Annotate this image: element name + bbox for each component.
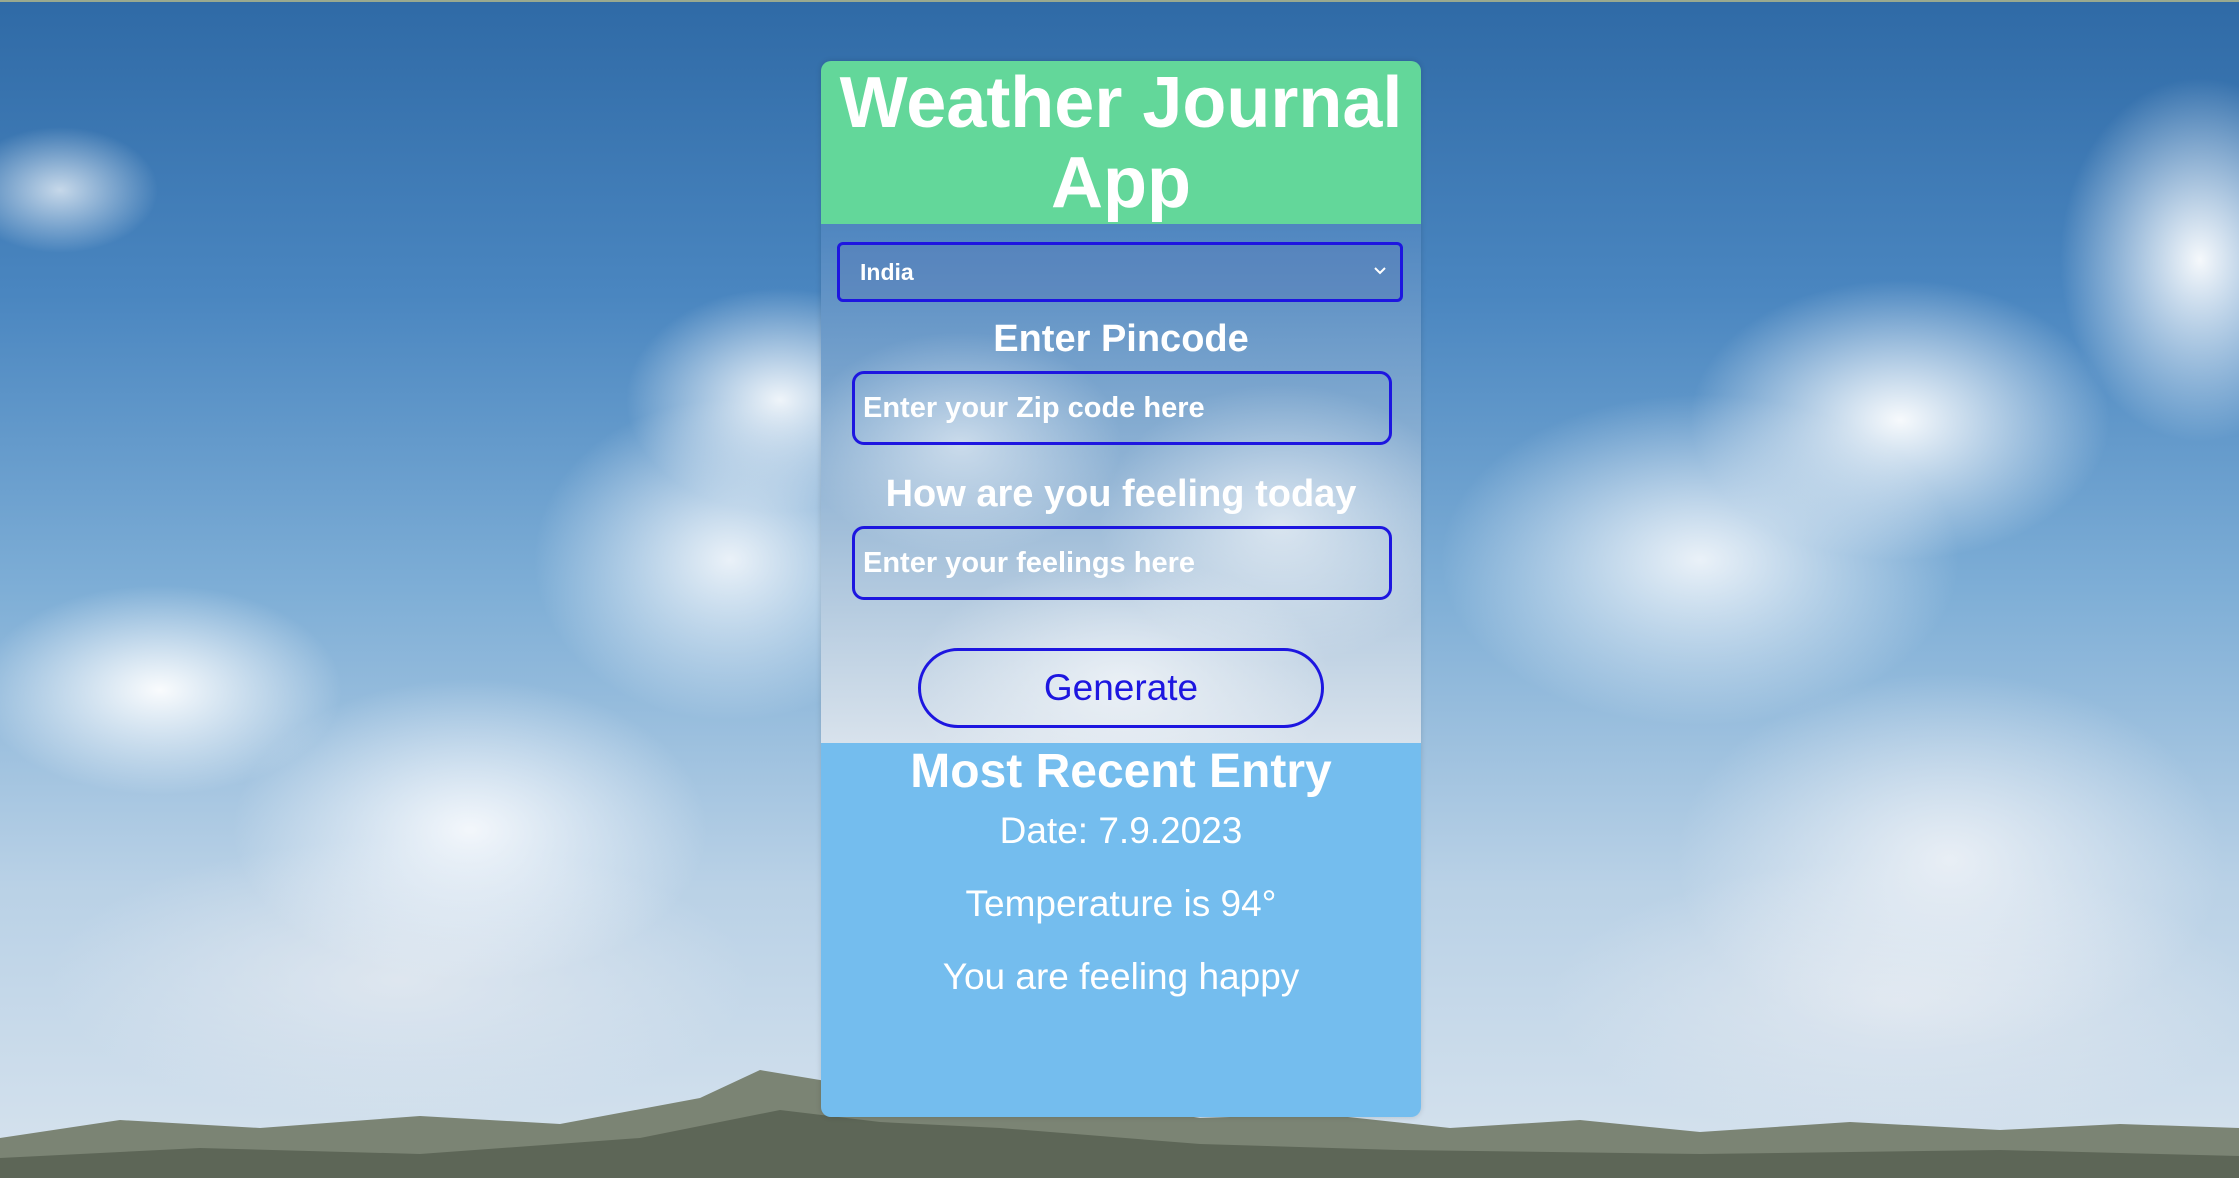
recent-entry-heading: Most Recent Entry (910, 745, 1332, 798)
recent-entry-panel: Most Recent Entry Date: 7.9.2023 Tempera… (821, 743, 1421, 1117)
entry-feeling: You are feeling happy (942, 956, 1300, 997)
weather-journal-card: Weather Journal App India Enter Pincode … (821, 61, 1421, 1117)
window-top-border (0, 0, 2239, 2)
country-select-value: India (860, 258, 914, 285)
feelings-label: How are you feeling today (885, 473, 1357, 515)
entry-date: Date: 7.9.2023 (999, 810, 1243, 851)
zip-code-input[interactable]: Enter your Zip code here (852, 371, 1392, 445)
country-select[interactable]: India (837, 242, 1403, 302)
journal-form: India Enter Pincode Enter your Zip code … (821, 224, 1421, 743)
generate-button[interactable]: Generate (918, 648, 1324, 728)
feelings-input[interactable]: Enter your feelings here (852, 526, 1392, 600)
app-title: Weather Journal App (839, 62, 1403, 223)
pincode-label: Enter Pincode (993, 318, 1249, 360)
entry-temperature: Temperature is 94° (965, 883, 1277, 924)
chevron-down-icon (1370, 262, 1390, 282)
app-header: Weather Journal App (821, 61, 1421, 224)
